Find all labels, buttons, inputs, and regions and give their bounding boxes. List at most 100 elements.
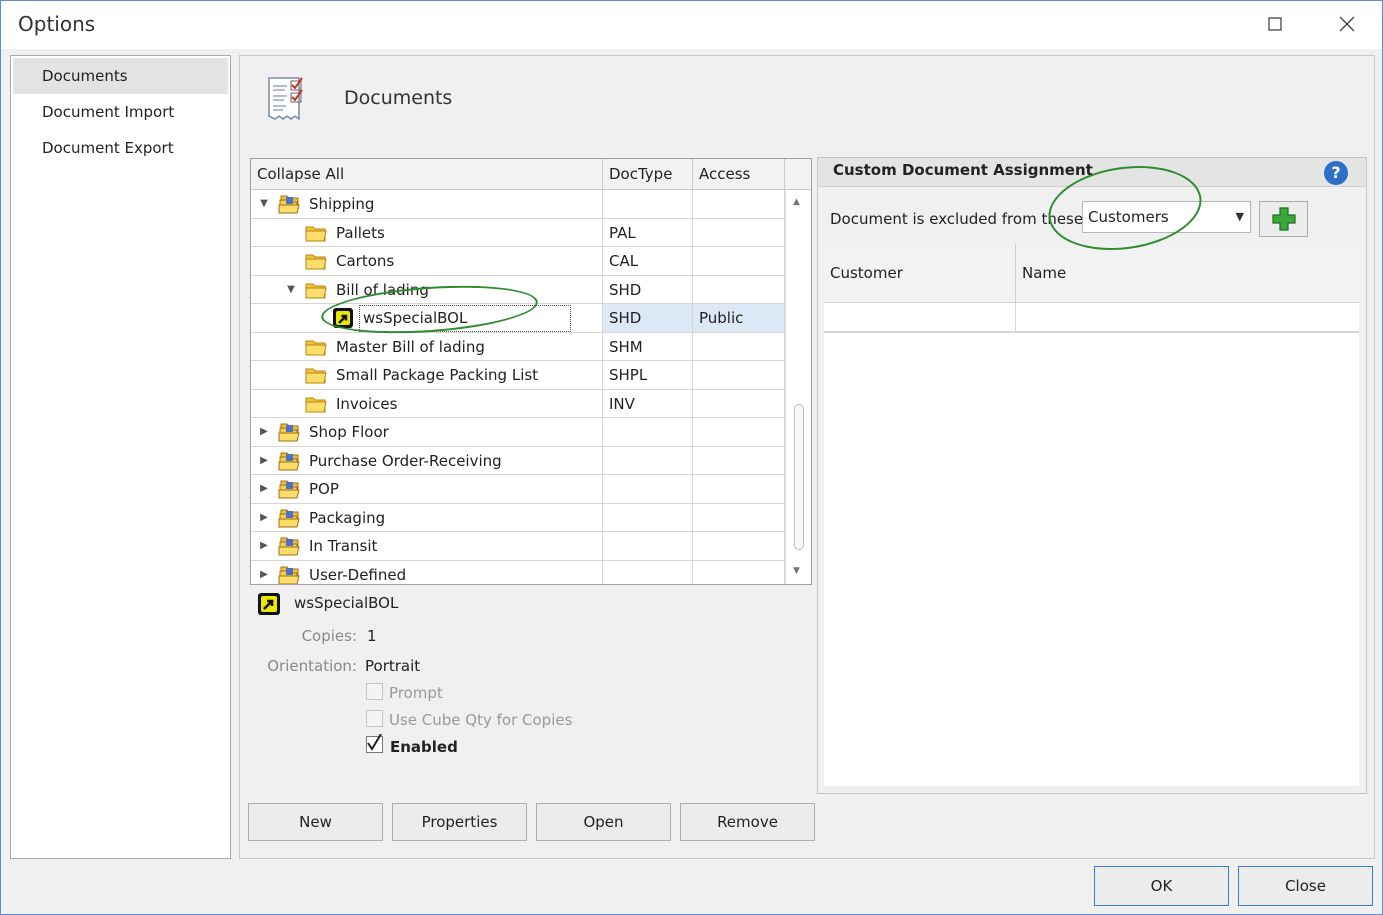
doctype-cell[interactable]: CAL	[603, 247, 693, 275]
document-checklist-icon	[268, 77, 303, 121]
doctype-cell[interactable]: SHM	[603, 332, 693, 360]
tree-row[interactable]: Invoices INV	[251, 389, 785, 418]
tree-cell-label[interactable]: Small Package Packing List	[251, 361, 603, 389]
expand-arrow-icon[interactable]: ▶	[258, 482, 270, 496]
properties-button[interactable]: Properties	[392, 803, 527, 841]
expand-arrow-icon[interactable]: ▶	[258, 539, 270, 553]
tree-row[interactable]: ▶ User-Defined	[251, 560, 785, 584]
expand-arrow-icon[interactable]: ▶	[258, 511, 270, 525]
tree-cell-label[interactable]: ▶ POP	[251, 475, 603, 503]
scroll-up-icon[interactable]: ▲	[793, 197, 800, 207]
enabled-checkbox[interactable]	[366, 734, 383, 753]
tree-row[interactable]: ▶ POP	[251, 475, 785, 504]
checkmark-icon	[367, 734, 382, 751]
prompt-checkbox[interactable]	[366, 683, 383, 700]
doctype-cell[interactable]	[603, 560, 693, 584]
doctype-cell[interactable]	[603, 503, 693, 531]
access-cell[interactable]: Public	[693, 304, 785, 332]
sidebar-item-document-export[interactable]: Document Export	[13, 130, 228, 166]
expand-arrow-icon[interactable]: ▶	[258, 454, 270, 468]
access-cell[interactable]	[693, 532, 785, 560]
doctype-cell[interactable]	[603, 532, 693, 560]
add-exclusion-button[interactable]	[1259, 201, 1308, 237]
remove-button[interactable]: Remove	[680, 803, 815, 841]
folder-icon	[305, 283, 327, 298]
doctype-cell[interactable]	[603, 418, 693, 446]
access-column-header[interactable]: Access	[693, 159, 785, 190]
use-cube-qty-checkbox[interactable]	[366, 710, 383, 727]
tree-row-label: Purchase Order-Receiving	[309, 451, 502, 470]
doctype-column-header[interactable]: DocType	[603, 159, 693, 190]
ok-button[interactable]: OK	[1094, 866, 1229, 906]
maximize-button[interactable]	[1252, 1, 1298, 47]
expand-arrow-icon[interactable]: ▶	[258, 425, 270, 439]
tree-cell-label[interactable]: ▶ Packaging	[251, 503, 603, 531]
doctype-cell[interactable]: SHPL	[603, 361, 693, 389]
doctype-cell[interactable]: PAL	[603, 218, 693, 246]
tree-row[interactable]: ▼ Shipping	[251, 190, 785, 219]
access-cell[interactable]	[693, 418, 785, 446]
close-icon	[1339, 16, 1355, 32]
open-button[interactable]: Open	[536, 803, 671, 841]
collapse-all-header[interactable]: Collapse All	[251, 159, 603, 190]
tree-cell-label[interactable]: ▶ Shop Floor	[251, 418, 603, 446]
use-cube-qty-label: Use Cube Qty for Copies	[389, 711, 573, 729]
chevron-down-icon: ▼	[1235, 210, 1244, 223]
customer-column-header[interactable]: Customer	[824, 244, 1016, 303]
access-cell[interactable]	[693, 503, 785, 531]
tree-cell-label[interactable]: Invoices	[251, 389, 603, 417]
tree-cell-label[interactable]: Master Bill of lading	[251, 332, 603, 360]
tree-cell-label[interactable]: ▶ User-Defined	[251, 560, 603, 584]
tree-cell-label[interactable]: Pallets	[251, 218, 603, 246]
doctype-cell[interactable]: INV	[603, 389, 693, 417]
tree-row[interactable]: ▶ In Transit	[251, 532, 785, 561]
access-cell[interactable]	[693, 560, 785, 584]
doctype-cell[interactable]	[603, 446, 693, 474]
new-row-name-cell[interactable]	[1016, 303, 1359, 333]
help-icon[interactable]: ?	[1324, 161, 1348, 185]
tree-row[interactable]: ▶ Packaging	[251, 503, 785, 532]
tree-cell-label[interactable]: ▼ Shipping	[251, 190, 603, 218]
folder-stack-icon	[278, 195, 300, 214]
access-cell[interactable]	[693, 446, 785, 474]
access-cell[interactable]	[693, 361, 785, 389]
tree-cell-label[interactable]: Cartons	[251, 247, 603, 275]
tree-cell-label[interactable]: ▶ Purchase Order-Receiving	[251, 446, 603, 474]
access-cell[interactable]	[693, 247, 785, 275]
tree-row[interactable]: Master Bill of lading SHM	[251, 332, 785, 361]
tree-row[interactable]: ▶ Purchase Order-Receiving	[251, 446, 785, 475]
close-window-button[interactable]	[1324, 1, 1370, 47]
new-button[interactable]: New	[248, 803, 383, 841]
tree-row[interactable]: ▶ Shop Floor	[251, 418, 785, 447]
doctype-cell[interactable]	[603, 190, 693, 218]
tree-row[interactable]: Cartons CAL	[251, 247, 785, 276]
access-cell[interactable]	[693, 275, 785, 303]
access-cell[interactable]	[693, 332, 785, 360]
scroll-down-icon[interactable]: ▼	[793, 566, 800, 576]
sidebar-item-documents[interactable]: Documents	[13, 58, 228, 94]
access-cell[interactable]	[693, 218, 785, 246]
name-column-header[interactable]: Name	[1016, 244, 1359, 303]
doctype-cell[interactable]	[603, 475, 693, 503]
sidebar-item-document-import[interactable]: Document Import	[13, 94, 228, 130]
access-cell[interactable]	[693, 475, 785, 503]
expand-arrow-icon[interactable]: ▶	[258, 568, 270, 582]
plus-icon	[1272, 207, 1296, 231]
grid-scrollbar[interactable]: ▲ ▼	[785, 190, 811, 584]
details-name: wsSpecialBOL	[294, 594, 399, 612]
new-row-customer-cell[interactable]	[824, 303, 1016, 333]
doctype-cell[interactable]: SHD	[603, 304, 693, 332]
close-button[interactable]: Close	[1238, 866, 1373, 906]
tree-row-label: Pallets	[336, 223, 385, 242]
collapse-arrow-icon[interactable]: ▼	[258, 197, 270, 211]
tree-row[interactable]: Pallets PAL	[251, 218, 785, 247]
scrollbar-thumb[interactable]	[794, 404, 804, 550]
access-cell[interactable]	[693, 389, 785, 417]
tree-row[interactable]: Small Package Packing List SHPL	[251, 361, 785, 390]
tree-row-label: In Transit	[309, 537, 378, 555]
folder-icon	[305, 340, 327, 355]
collapse-arrow-icon[interactable]: ▼	[285, 283, 297, 297]
tree-cell-label[interactable]: ▶ In Transit	[251, 532, 603, 560]
access-cell[interactable]	[693, 190, 785, 218]
doctype-cell[interactable]: SHD	[603, 275, 693, 303]
